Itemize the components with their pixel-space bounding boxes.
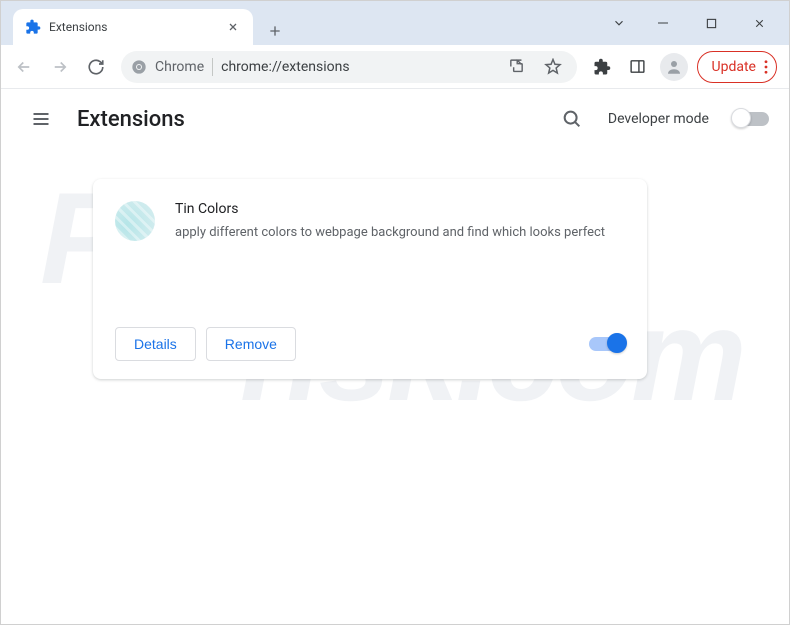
close-tab-button[interactable]	[225, 19, 241, 35]
update-button[interactable]: Update	[697, 51, 777, 83]
extension-enable-toggle[interactable]	[589, 337, 625, 351]
developer-mode-toggle[interactable]	[733, 112, 769, 126]
close-window-button[interactable]	[737, 7, 781, 39]
extension-card: Tin Colors apply different colors to web…	[93, 179, 647, 379]
page-title: Extensions	[77, 107, 536, 132]
tab-title: Extensions	[49, 20, 217, 34]
browser-tab[interactable]: Extensions	[13, 9, 253, 45]
omnibox[interactable]: Chrome chrome://extensions	[121, 51, 577, 83]
search-button[interactable]	[552, 99, 592, 139]
titlebar: Extensions	[1, 1, 789, 45]
developer-mode-label: Developer mode	[608, 111, 709, 127]
menu-icon	[764, 60, 768, 74]
share-button[interactable]	[503, 53, 531, 81]
omnibox-url: chrome://extensions	[221, 59, 494, 75]
extension-description: apply different colors to webpage backgr…	[175, 223, 625, 243]
omnibox-divider	[212, 58, 213, 76]
side-panel-button[interactable]	[621, 50, 655, 84]
extension-name: Tin Colors	[175, 201, 625, 217]
omnibox-prefix: Chrome	[155, 59, 204, 75]
content-area: PC risk.com Extensions Developer mode	[1, 89, 789, 624]
extensions-button[interactable]	[585, 50, 619, 84]
extensions-list: Tin Colors apply different colors to web…	[1, 149, 789, 379]
reload-button[interactable]	[79, 50, 113, 84]
details-button[interactable]: Details	[115, 327, 196, 361]
extensions-header: Extensions Developer mode	[1, 89, 789, 149]
profile-button[interactable]	[657, 50, 691, 84]
update-label: Update	[712, 59, 756, 75]
back-button[interactable]	[7, 50, 41, 84]
tab-strip: Extensions	[1, 1, 601, 45]
toggle-knob	[607, 333, 627, 353]
remove-button[interactable]: Remove	[206, 327, 296, 361]
extension-icon	[115, 201, 155, 241]
puzzle-icon	[25, 19, 41, 35]
chrome-icon	[131, 59, 147, 75]
maximize-button[interactable]	[689, 7, 733, 39]
hamburger-menu-button[interactable]	[21, 99, 61, 139]
new-tab-button[interactable]	[261, 17, 289, 45]
toolbar: Chrome chrome://extensions Update	[1, 45, 789, 89]
toggle-knob	[731, 108, 751, 128]
tab-search-button[interactable]	[601, 7, 637, 39]
forward-button[interactable]	[43, 50, 77, 84]
minimize-button[interactable]	[641, 7, 685, 39]
window-controls	[601, 7, 789, 39]
bookmark-button[interactable]	[539, 53, 567, 81]
